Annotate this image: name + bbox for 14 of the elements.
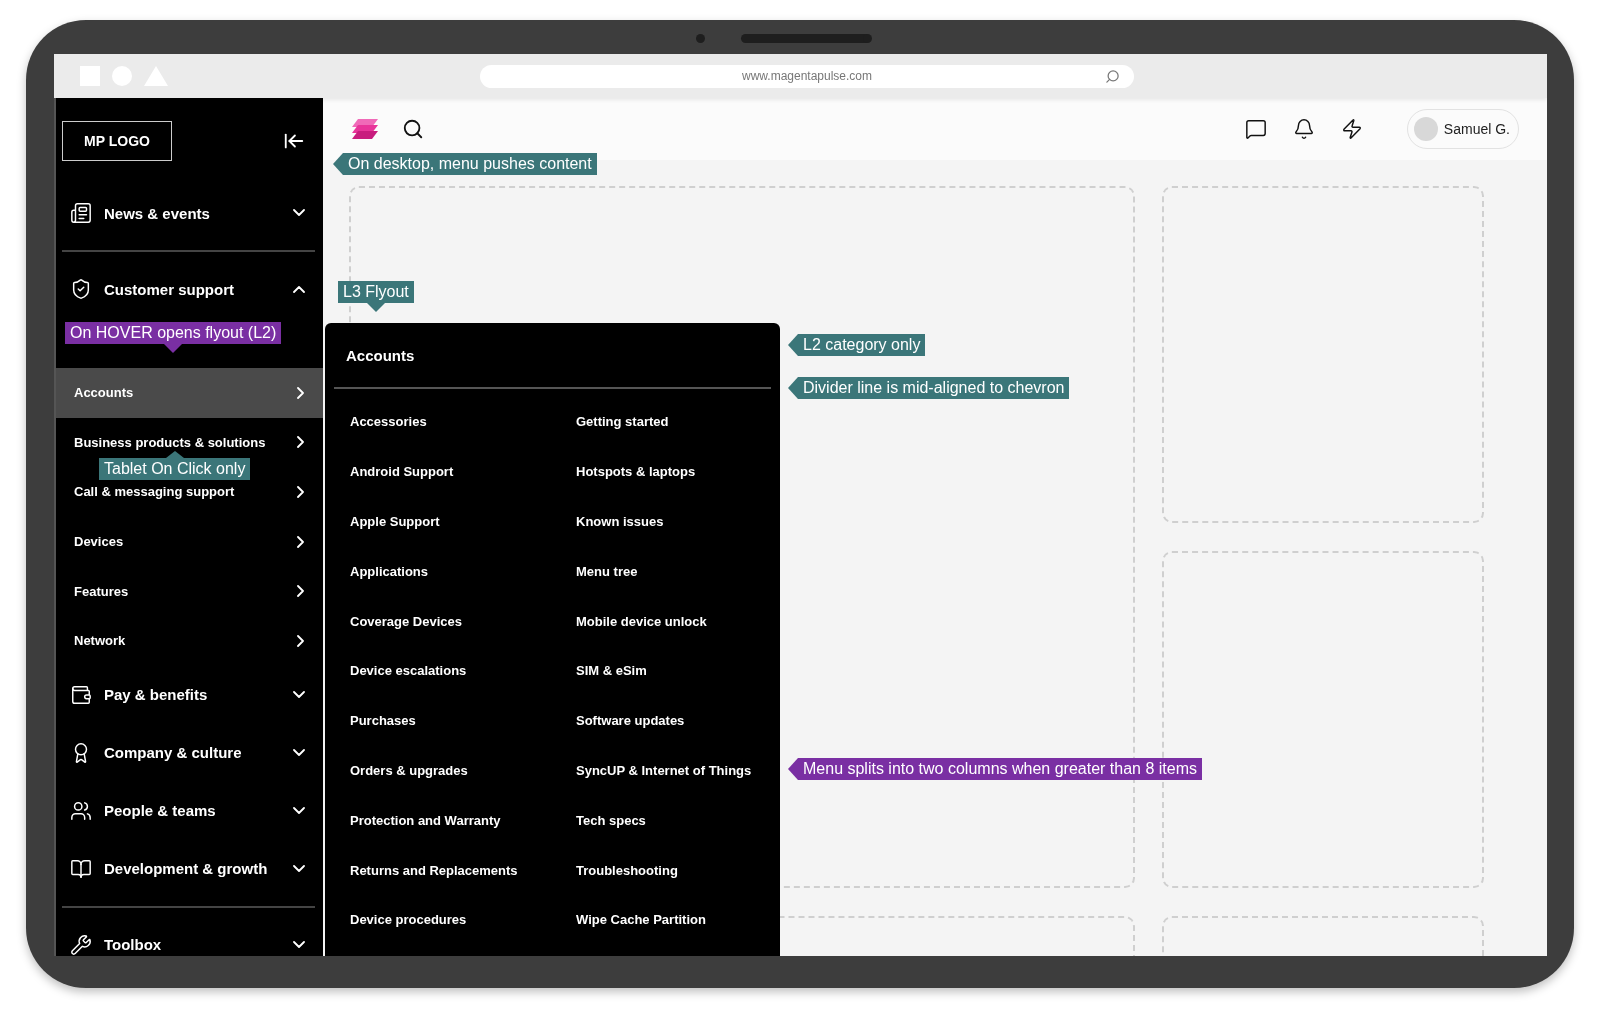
section-label: Toolbox: [104, 936, 163, 954]
section-label: Company & culture: [104, 744, 243, 762]
flyout-title: Accounts: [345, 345, 416, 366]
section-label: News & events: [104, 204, 211, 222]
nav-item-label: Business products & solutions: [74, 434, 266, 450]
section-label: People & teams: [104, 802, 217, 820]
nav-item-label: Accounts: [74, 385, 134, 401]
nav-item-label: Call & messaging support: [74, 484, 235, 500]
section-label: Pay & benefits: [104, 686, 209, 704]
nav-item-label: Network: [74, 633, 126, 649]
nav-item-label: Features: [74, 583, 129, 599]
nav-item-label: Devices: [74, 534, 124, 550]
section-label: Customer support: [104, 280, 235, 298]
section-label: Development & growth: [104, 860, 269, 878]
